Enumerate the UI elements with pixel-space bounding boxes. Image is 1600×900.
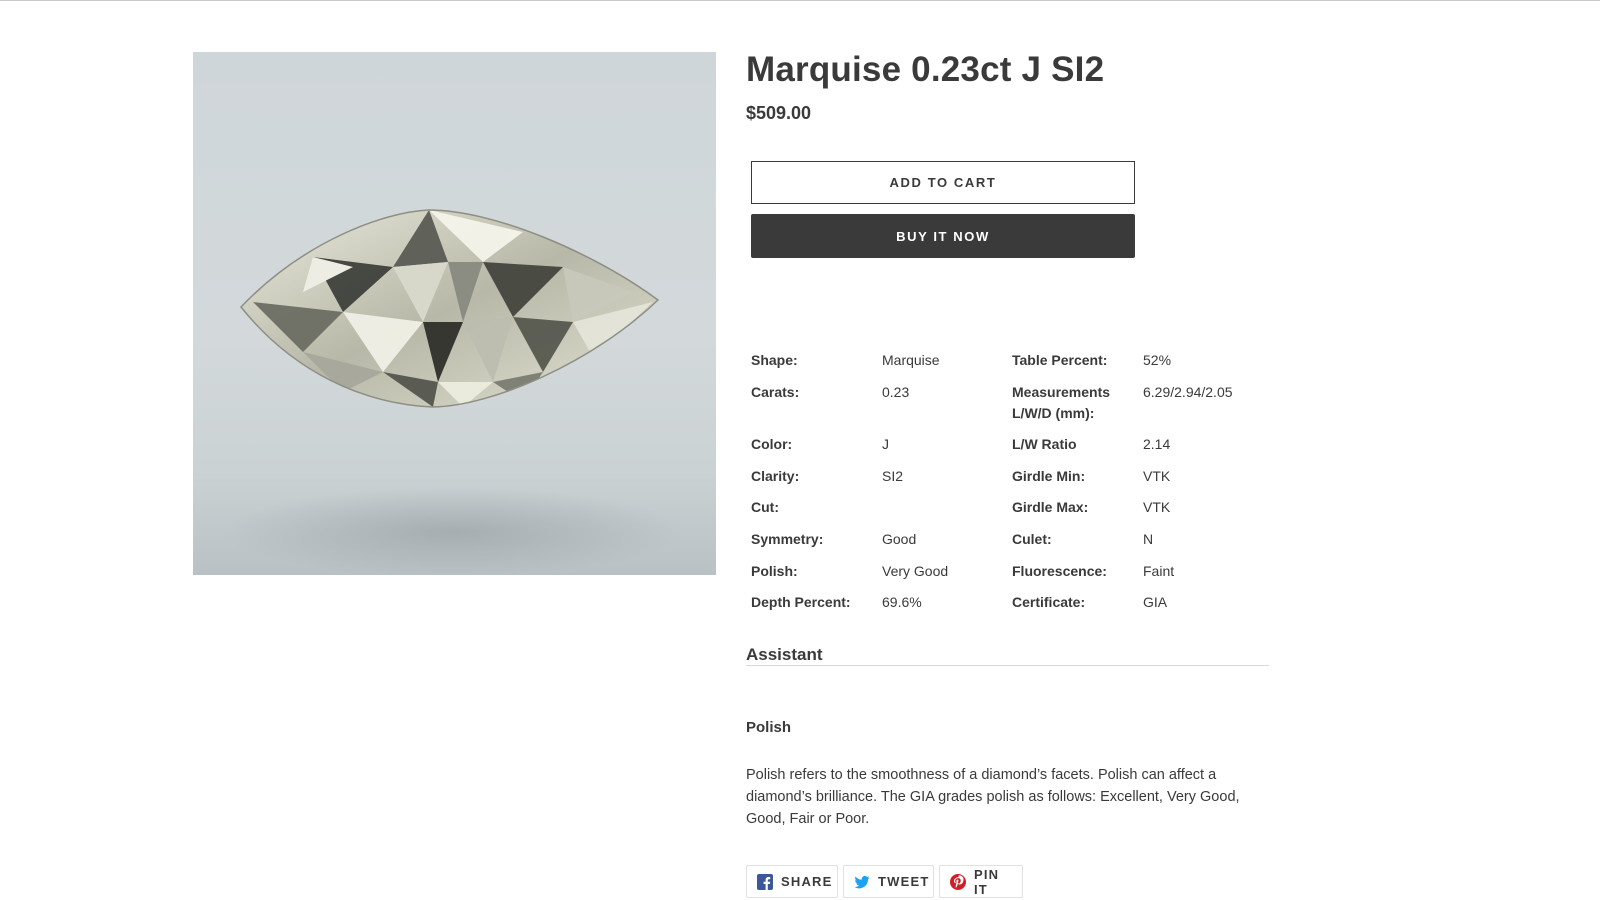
spec-row: Depth Percent: 69.6% Certificate: GIA xyxy=(751,592,1291,613)
spec-label: Culet: xyxy=(1012,530,1052,547)
product-price: $509.00 xyxy=(746,103,812,123)
spec-label: Symmetry: xyxy=(751,530,824,547)
spec-label: Carats: xyxy=(751,383,800,400)
spec-value: 0.23 xyxy=(882,383,910,400)
spec-value: VTK xyxy=(1143,467,1171,484)
spec-value: Marquise xyxy=(882,352,940,368)
spec-value: J xyxy=(882,436,889,453)
spec-label: Girdle Min: xyxy=(1012,467,1086,484)
spec-label: L/W Ratio xyxy=(1012,436,1077,453)
share-facebook-label: SHARE xyxy=(781,874,833,889)
spec-label: Measurements L/W/D (mm): xyxy=(1012,383,1111,421)
spec-value: GIA xyxy=(1143,594,1168,611)
product-image[interactable] xyxy=(193,52,716,575)
spec-label: Polish: xyxy=(751,562,798,579)
spec-label: Table Percent: xyxy=(1012,352,1108,368)
spec-label: Fluorescence: xyxy=(1012,562,1107,579)
assistant-topic-text: Polish refers to the smoothness of a dia… xyxy=(746,767,1240,827)
spec-value: Good xyxy=(882,530,917,547)
facebook-icon xyxy=(757,873,773,890)
spec-value: VTK xyxy=(1143,499,1171,516)
spec-value: 6.29/2.94/2.05 xyxy=(1143,383,1233,400)
spec-value xyxy=(882,497,1012,518)
share-pinterest-label: PIN IT xyxy=(974,866,1000,897)
assistant-divider xyxy=(746,665,1269,666)
spec-value: 2.14 xyxy=(1143,436,1171,453)
product-title: Marquise 0.23ct J SI2 xyxy=(746,50,1105,89)
spec-row: Cut: Girdle Max: VTK xyxy=(751,497,1291,518)
spec-row: Clarity: SI2 Girdle Min: VTK xyxy=(751,466,1291,487)
share-facebook-button[interactable]: SHARE xyxy=(746,865,838,898)
share-twitter-label: TWEET xyxy=(878,874,930,889)
spec-row: Polish: Very Good Fluorescence: Faint xyxy=(751,561,1291,582)
spec-label: Depth Percent: xyxy=(751,594,851,611)
spec-value: 52% xyxy=(1143,352,1172,368)
spec-label: Color: xyxy=(751,436,793,453)
spec-value: N xyxy=(1143,530,1154,547)
spec-value: Very Good xyxy=(882,562,949,579)
spec-value: 69.6% xyxy=(882,594,922,611)
twitter-icon xyxy=(854,874,870,890)
add-to-cart-button[interactable]: ADD TO CART xyxy=(751,161,1135,204)
share-twitter-button[interactable]: TWEET xyxy=(843,865,934,898)
spec-row: Carats: 0.23 Measurements L/W/D (mm): 6.… xyxy=(751,382,1291,424)
spec-label: Girdle Max: xyxy=(1012,499,1089,516)
spec-row: Shape: Marquise Table Percent: 52% xyxy=(751,350,1291,371)
spec-row: Color: J L/W Ratio 2.14 xyxy=(751,434,1291,455)
spec-label: Clarity: xyxy=(751,467,800,484)
spec-label: Shape: xyxy=(751,352,798,368)
spec-value: Faint xyxy=(1143,562,1175,579)
pinterest-icon xyxy=(950,873,966,890)
assistant-topic-heading: Polish xyxy=(746,719,792,736)
spec-label: Cut: xyxy=(751,499,779,516)
share-pinterest-button[interactable]: PIN IT xyxy=(939,865,1023,898)
diamond-illustration xyxy=(223,209,683,575)
buy-it-now-button[interactable]: BUY IT NOW xyxy=(751,214,1135,258)
spec-value: SI2 xyxy=(882,467,904,484)
spec-row: Symmetry: Good Culet: N xyxy=(751,529,1291,550)
top-border xyxy=(0,0,1600,1)
assistant-heading: Assistant xyxy=(746,645,823,664)
spec-label: Certificate: xyxy=(1012,594,1086,611)
specs-table: Shape: Marquise Table Percent: 52% Carat… xyxy=(751,350,1291,624)
